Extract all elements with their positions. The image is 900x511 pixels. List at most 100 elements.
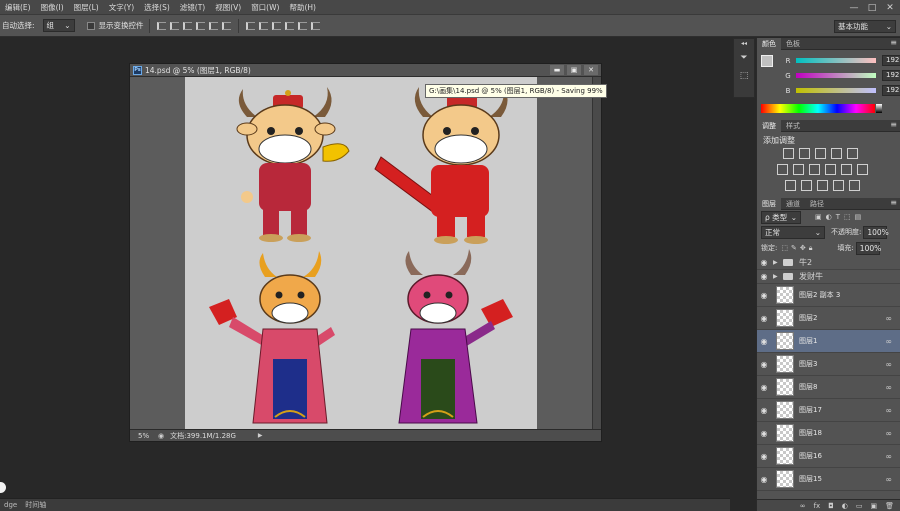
layer-row[interactable]: ◉ 图层3 ∞ (757, 353, 900, 376)
color-spectrum[interactable] (761, 104, 875, 113)
link-layers-icon[interactable]: ∞ (800, 502, 806, 510)
trash-icon[interactable]: 🗑︎ (885, 502, 894, 510)
vertical-scrollbar[interactable] (592, 77, 601, 430)
foreground-swatch[interactable] (761, 55, 773, 67)
doc-maximize-icon[interactable]: ▣ (567, 65, 581, 75)
fx-icon[interactable]: fx (814, 502, 821, 510)
minimize-icon[interactable]: — (848, 3, 860, 13)
b-value[interactable]: 192 (882, 85, 900, 96)
hue-saturation-icon[interactable] (777, 164, 788, 175)
photo-filter-icon[interactable] (825, 164, 836, 175)
color-lookup-icon[interactable] (857, 164, 868, 175)
distribute-vcenter-icon[interactable] (257, 20, 270, 32)
layer-row[interactable]: ◉ 图层18 ∞ (757, 422, 900, 445)
menu-item[interactable]: 编辑(E) (0, 2, 36, 13)
expand-arrow-icon[interactable]: ▶ (773, 259, 781, 266)
info-icon[interactable]: ◉ (158, 432, 164, 440)
new-group-icon[interactable]: ▭ (856, 502, 863, 510)
new-layer-icon[interactable]: ▣ (870, 502, 877, 510)
canvas-area[interactable] (130, 77, 601, 430)
tab-timeline[interactable]: 时间轴 (21, 500, 50, 510)
panel-menu-icon[interactable]: ≡ (890, 38, 897, 47)
adjustment-layer-icon[interactable]: ◐ (842, 502, 848, 510)
align-hcenter-icon[interactable] (207, 20, 220, 32)
blend-mode-dropdown[interactable]: 正常 ⌄ (761, 225, 825, 239)
distribute-bottom-icon[interactable] (270, 20, 283, 32)
layer-row[interactable]: ◉ 图层8 ∞ (757, 376, 900, 399)
add-mask-icon[interactable]: ◘ (828, 502, 834, 510)
menu-item[interactable]: 窗口(W) (246, 2, 284, 13)
eye-icon[interactable]: ◉ (757, 360, 771, 369)
r-value[interactable]: 192 (882, 55, 900, 66)
eye-icon[interactable]: ◉ (757, 429, 771, 438)
tab-swatches[interactable]: 色板 (781, 38, 805, 50)
tab-channels[interactable]: 通道 (781, 198, 805, 210)
menu-item[interactable]: 视图(V) (210, 2, 246, 13)
layer-row[interactable]: ◉ 图层1 ∞ (757, 330, 900, 353)
black-white-icon[interactable] (809, 164, 820, 175)
menu-item[interactable]: 文字(Y) (104, 2, 139, 13)
g-value[interactable]: 192 (882, 70, 900, 81)
gradient-map-icon[interactable] (849, 180, 860, 191)
b-gradient[interactable] (796, 88, 876, 93)
menu-item[interactable]: 滤镜(T) (175, 2, 210, 13)
layer-filter-dropdown[interactable]: ρ 类型 ⌄ (761, 210, 801, 224)
distribute-left-icon[interactable] (283, 20, 296, 32)
tab-styles[interactable]: 样式 (781, 120, 805, 132)
layer-row[interactable]: ◉ 图层16 ∞ (757, 445, 900, 468)
show-transform-checkbox[interactable] (86, 21, 95, 30)
fill-field[interactable]: 100% (855, 241, 881, 255)
eye-icon[interactable]: ◉ (757, 406, 771, 415)
exposure-icon[interactable] (831, 148, 842, 159)
menu-item[interactable]: 选择(S) (139, 2, 175, 13)
zoom-level[interactable]: 5% (130, 432, 156, 440)
panel-menu-icon[interactable]: ≡ (890, 120, 897, 129)
layer-row[interactable]: ◉ 图层2 ∞ (757, 307, 900, 330)
eye-icon[interactable]: ◉ (757, 314, 771, 323)
brush-preset-icon[interactable]: ⬚ (734, 67, 754, 85)
invert-icon[interactable] (785, 180, 796, 191)
layer-group[interactable]: ◉ ▶ 牛2 (757, 256, 900, 270)
lock-icons[interactable]: ⬚✎✥🔒︎ (781, 244, 815, 253)
close-icon[interactable]: ✕ (884, 3, 896, 13)
maximize-icon[interactable]: □ (866, 3, 878, 13)
tab-adjustments[interactable]: 调整 (757, 119, 781, 132)
distribute-right-icon[interactable] (309, 20, 322, 32)
layer-group[interactable]: ◉ ▶ 发财牛 (757, 270, 900, 284)
menu-item[interactable]: 图像(I) (36, 2, 69, 13)
doc-close-icon[interactable]: ✕ (584, 65, 598, 75)
eye-icon[interactable]: ◉ (757, 258, 771, 267)
layer-row[interactable]: ◉ 图层17 ∞ (757, 399, 900, 422)
brightness-icon[interactable] (783, 148, 794, 159)
channel-mixer-icon[interactable] (841, 164, 852, 175)
workspace-preset-dropdown[interactable]: 基本功能 ⌄ (834, 20, 896, 33)
document-tab[interactable]: Ps 14.psd @ 5% (图层1, RGB/8) ▬ ▣ ✕ (130, 64, 601, 77)
opacity-field[interactable]: 100% (863, 225, 889, 239)
levels-icon[interactable] (799, 148, 810, 159)
align-left-icon[interactable] (194, 20, 207, 32)
tab-color[interactable]: 颜色 (757, 37, 781, 50)
menu-item[interactable]: 图层(L) (69, 2, 104, 13)
tab-bridge[interactable]: dge (0, 501, 21, 509)
slider-g[interactable]: G 192 (783, 68, 900, 83)
distribute-top-icon[interactable] (244, 20, 257, 32)
r-gradient[interactable] (796, 58, 876, 63)
eye-icon[interactable]: ◉ (757, 272, 771, 281)
tab-layers[interactable]: 图层 (757, 197, 781, 210)
distribute-hcenter-icon[interactable] (296, 20, 309, 32)
slider-b[interactable]: B 192 (783, 83, 900, 98)
slider-r[interactable]: R 192 (783, 53, 900, 68)
panel-menu-icon[interactable]: ≡ (890, 198, 897, 207)
align-right-icon[interactable] (220, 20, 233, 32)
vibrance-icon[interactable] (847, 148, 858, 159)
status-menu-icon[interactable]: ▶ (258, 432, 263, 439)
layer-row[interactable]: ◉ 图层2 副本 3 (757, 284, 900, 307)
auto-select-dropdown[interactable]: 组 ⌄ (42, 19, 75, 32)
doc-minimize-icon[interactable]: ▬ (550, 65, 564, 75)
tab-paths[interactable]: 路径 (805, 198, 829, 210)
curves-icon[interactable] (815, 148, 826, 159)
expand-arrow-icon[interactable]: ▶ (773, 273, 781, 280)
eye-icon[interactable]: ◉ (757, 452, 771, 461)
eye-icon[interactable]: ◉ (757, 291, 771, 300)
artwork-canvas[interactable] (185, 77, 537, 430)
